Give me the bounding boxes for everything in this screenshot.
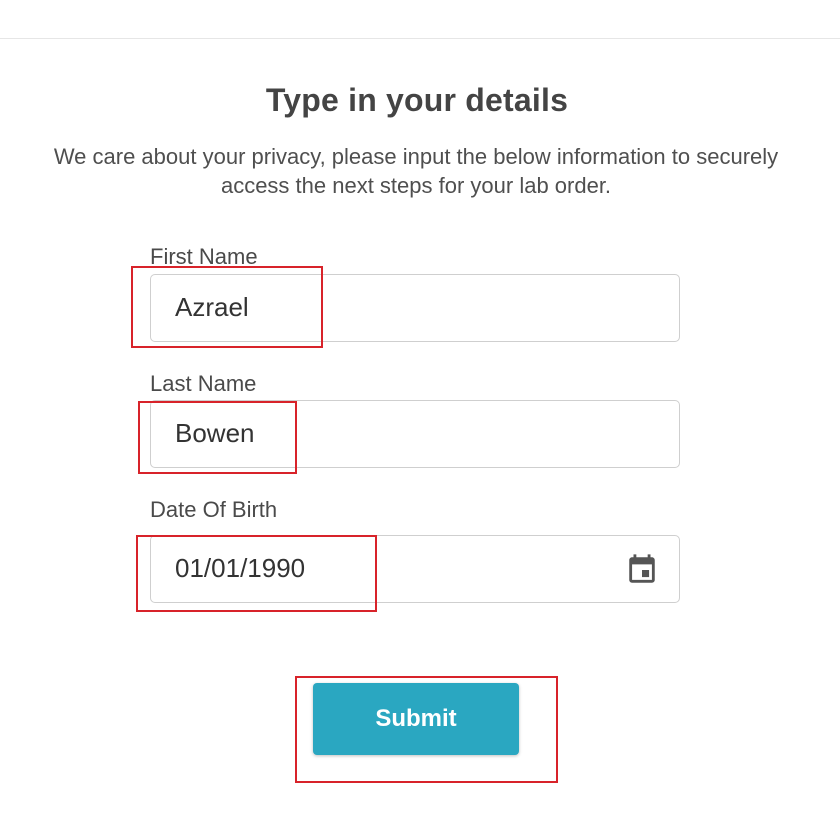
date-of-birth-label: Date Of Birth: [150, 497, 278, 522]
calendar-icon[interactable]: [625, 553, 659, 587]
top-divider: [0, 38, 840, 39]
first-name-label: First Name: [150, 244, 258, 269]
date-of-birth-field[interactable]: 01/01/1990: [150, 535, 680, 603]
first-name-value: Azrael: [175, 292, 249, 322]
date-of-birth-value: 01/01/1990: [175, 553, 306, 583]
last-name-value: Bowen: [175, 418, 255, 448]
page-title: Type in your details: [265, 82, 569, 118]
submit-button[interactable]: Submit: [313, 683, 519, 755]
first-name-field[interactable]: Azrael: [150, 274, 680, 342]
last-name-field[interactable]: Bowen: [150, 400, 680, 468]
last-name-label: Last Name: [150, 371, 257, 396]
privacy-subtitle: We care about your privacy, please input…: [53, 144, 779, 198]
